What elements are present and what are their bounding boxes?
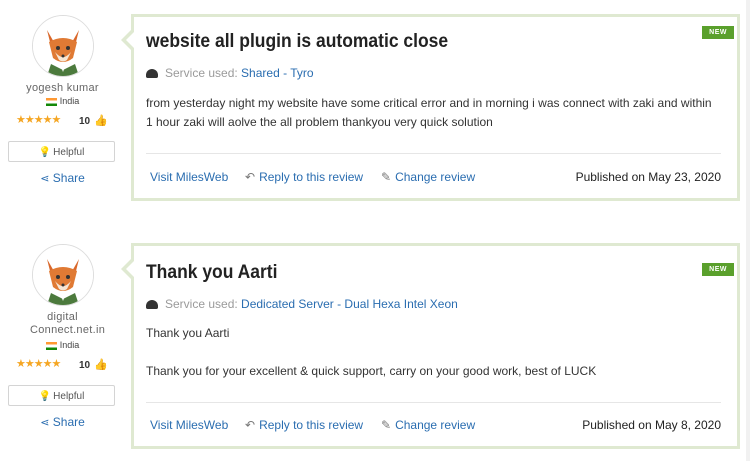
edit-icon: ✎ — [381, 418, 392, 432]
speedometer-icon — [146, 300, 158, 309]
user-country: India — [0, 340, 125, 350]
published-date: Published on May 8, 2020 — [582, 418, 721, 432]
change-review-link[interactable]: ✎ Change review — [381, 418, 475, 432]
review-title: Thank you Aarti — [146, 262, 278, 283]
review-card: NEW Thank you Aarti Service used: Dedica… — [121, 243, 740, 449]
review-body-line-2: Thank you for your excellent & quick sup… — [146, 364, 597, 378]
reply-link[interactable]: ↶ Reply to this review — [245, 418, 363, 432]
divider — [146, 402, 721, 403]
review-body-line-1: Thank you Aarti — [146, 326, 230, 340]
scrollbar[interactable] — [746, 0, 750, 461]
review-2: digital Connect.net.in India ★★★★★ 10 👍 … — [0, 0, 750, 461]
share-link[interactable]: ⋖ Share — [0, 415, 125, 429]
thumbs-up-icon: 👍 — [94, 359, 108, 371]
india-flag-icon — [45, 341, 57, 350]
user-avatar[interactable] — [32, 244, 94, 306]
rating-stars: ★★★★★ — [16, 358, 61, 370]
helpful-button[interactable]: 💡 Helpful — [8, 385, 115, 406]
new-badge: NEW — [702, 263, 734, 276]
service-link[interactable]: Dedicated Server - Dual Hexa Intel Xeon — [241, 297, 458, 311]
rating-score: 10 — [79, 360, 91, 371]
lightbulb-icon: 💡 — [38, 391, 52, 402]
user-name[interactable]: digital Connect.net.in — [0, 311, 125, 337]
visit-company-link[interactable]: Visit MilesWeb — [150, 418, 228, 432]
share-icon: ⋖ — [40, 417, 50, 429]
reply-icon: ↶ — [245, 418, 256, 432]
service-used: Service used: Dedicated Server - Dual He… — [146, 297, 458, 311]
